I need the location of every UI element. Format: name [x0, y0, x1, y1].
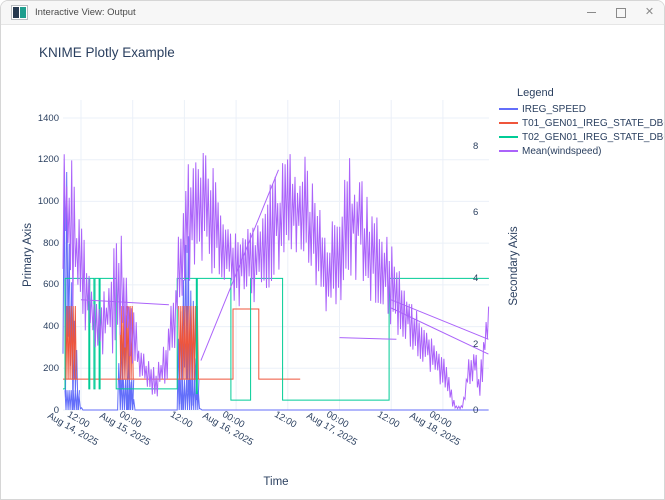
legend-item-label: T02_GEN01_IREG_STATE_DBG [522, 132, 665, 143]
primary-tick-label: 1000 [19, 196, 59, 207]
series-gapline-Mean(windspeed) [340, 338, 397, 340]
legend-item-label: IREG_SPEED [522, 104, 586, 115]
legend-title: Legend [517, 87, 665, 99]
legend-item-label: T01_GEN01_IREG_STATE_DBG [522, 118, 665, 129]
x-axis-title: Time [263, 476, 288, 488]
interactive-view-window: Interactive View: Output ✕ KNIME Plotly … [0, 0, 665, 500]
legend: Legend IREG_SPEED T01_GEN01_IREG_STATE_DB… [499, 87, 665, 158]
secondary-axis-title: Secondary Axis [508, 226, 520, 305]
legend-line-swatch [499, 136, 518, 138]
legend-line-swatch [499, 108, 518, 110]
legend-line-swatch [499, 122, 518, 124]
secondary-tick-label: 2 [473, 339, 478, 350]
legend-item-Mean(windspeed)[interactable]: Mean(windspeed) [499, 144, 665, 158]
secondary-tick-label: 4 [473, 273, 478, 284]
legend-item-IREG_SPEED[interactable]: IREG_SPEED [499, 102, 665, 116]
legend-line-swatch [499, 150, 518, 152]
legend-item-T01_GEN01_IREG_STATE_DBG[interactable]: T01_GEN01_IREG_STATE_DBG [499, 116, 665, 130]
secondary-tick-label: 8 [473, 141, 478, 152]
primary-tick-label: 1200 [19, 154, 59, 165]
series-block-IREG_SPEED [119, 380, 133, 410]
legend-item-label: Mean(windspeed) [522, 146, 602, 157]
primary-tick-label: 400 [19, 321, 59, 332]
legend-item-T02_GEN01_IREG_STATE_DBG[interactable]: T02_GEN01_IREG_STATE_DBG [499, 130, 665, 144]
secondary-tick-label: 6 [473, 207, 478, 218]
primary-tick-label: 1400 [19, 113, 59, 124]
secondary-tick-label: 0 [473, 405, 478, 416]
primary-tick-label: 200 [19, 363, 59, 374]
primary-axis-title: Primary Axis [22, 223, 34, 287]
